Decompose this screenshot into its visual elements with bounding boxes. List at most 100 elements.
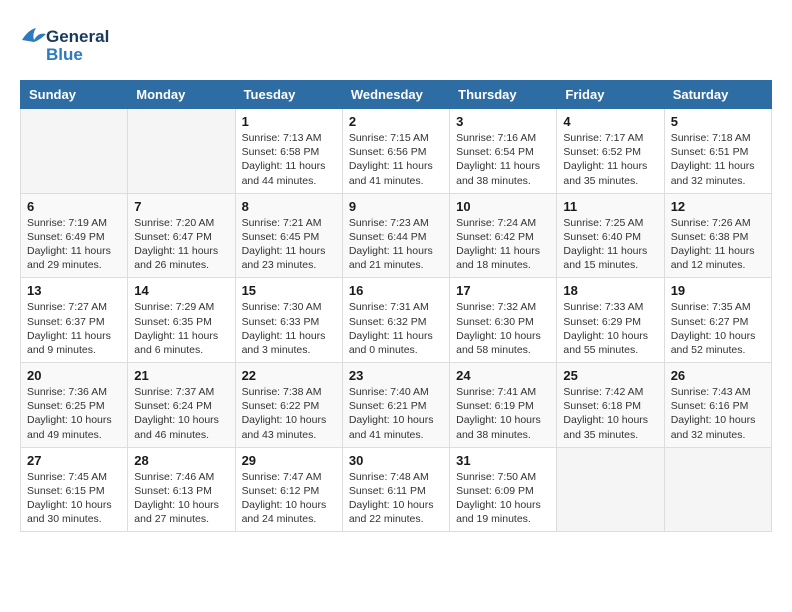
day-info: Sunrise: 7:38 AMSunset: 6:22 PMDaylight:… — [242, 385, 336, 442]
day-info: Sunrise: 7:46 AMSunset: 6:13 PMDaylight:… — [134, 470, 228, 527]
day-info: Sunrise: 7:32 AMSunset: 6:30 PMDaylight:… — [456, 300, 550, 357]
day-number: 16 — [349, 283, 443, 298]
day-number: 29 — [242, 453, 336, 468]
day-number: 22 — [242, 368, 336, 383]
day-info: Sunrise: 7:17 AMSunset: 6:52 PMDaylight:… — [563, 131, 657, 188]
day-info: Sunrise: 7:43 AMSunset: 6:16 PMDaylight:… — [671, 385, 765, 442]
day-number: 21 — [134, 368, 228, 383]
calendar-cell: 29 Sunrise: 7:47 AMSunset: 6:12 PMDayligh… — [235, 447, 342, 532]
calendar-cell — [557, 447, 664, 532]
calendar-cell: 19 Sunrise: 7:35 AMSunset: 6:27 PMDayligh… — [664, 278, 771, 363]
calendar-cell: 2 Sunrise: 7:15 AMSunset: 6:56 PMDaylight… — [342, 109, 449, 194]
day-info: Sunrise: 7:37 AMSunset: 6:24 PMDaylight:… — [134, 385, 228, 442]
svg-text:Blue: Blue — [46, 45, 83, 64]
day-number: 25 — [563, 368, 657, 383]
logo: GeneralBlue — [20, 20, 110, 70]
calendar-cell: 7Sunrise: 7:20 AMSunset: 6:47 PMDaylight… — [128, 193, 235, 278]
day-info: Sunrise: 7:24 AMSunset: 6:42 PMDaylight:… — [456, 216, 550, 273]
day-number: 1 — [242, 114, 336, 129]
day-number: 18 — [563, 283, 657, 298]
day-info: Sunrise: 7:21 AMSunset: 6:45 PMDaylight:… — [242, 216, 336, 273]
day-number: 4 — [563, 114, 657, 129]
week-row-4: 20 Sunrise: 7:36 AMSunset: 6:25 PMDayligh… — [21, 363, 772, 448]
calendar-cell: 27Sunrise: 7:45 AMSunset: 6:15 PMDayligh… — [21, 447, 128, 532]
day-number: 31 — [456, 453, 550, 468]
calendar-cell: 11 Sunrise: 7:25 AMSunset: 6:40 PMDayligh… — [557, 193, 664, 278]
day-info: Sunrise: 7:40 AMSunset: 6:21 PMDaylight:… — [349, 385, 443, 442]
day-info: Sunrise: 7:29 AMSunset: 6:35 PMDaylight:… — [134, 300, 228, 357]
calendar-cell — [128, 109, 235, 194]
header-cell-monday: Monday — [128, 81, 235, 109]
day-number: 17 — [456, 283, 550, 298]
header-cell-sunday: Sunday — [21, 81, 128, 109]
day-info: Sunrise: 7:36 AMSunset: 6:25 PMDaylight:… — [27, 385, 121, 442]
calendar-cell: 9Sunrise: 7:23 AMSunset: 6:44 PMDaylight… — [342, 193, 449, 278]
calendar-cell: 10Sunrise: 7:24 AMSunset: 6:42 PMDayligh… — [450, 193, 557, 278]
day-info: Sunrise: 7:25 AMSunset: 6:40 PMDaylight:… — [563, 216, 657, 273]
day-number: 5 — [671, 114, 765, 129]
header-cell-thursday: Thursday — [450, 81, 557, 109]
calendar-cell: 14 Sunrise: 7:29 AMSunset: 6:35 PMDayligh… — [128, 278, 235, 363]
day-number: 3 — [456, 114, 550, 129]
calendar-cell — [664, 447, 771, 532]
calendar-cell: 21 Sunrise: 7:37 AMSunset: 6:24 PMDayligh… — [128, 363, 235, 448]
header: GeneralBlue — [20, 20, 772, 70]
day-number: 12 — [671, 199, 765, 214]
calendar-cell: 17 Sunrise: 7:32 AMSunset: 6:30 PMDayligh… — [450, 278, 557, 363]
calendar-table: SundayMondayTuesdayWednesdayThursdayFrid… — [20, 80, 772, 532]
week-row-2: 6 Sunrise: 7:19 AMSunset: 6:49 PMDaylight… — [21, 193, 772, 278]
calendar-cell: 23 Sunrise: 7:40 AMSunset: 6:21 PMDayligh… — [342, 363, 449, 448]
day-info: Sunrise: 7:41 AMSunset: 6:19 PMDaylight:… — [456, 385, 550, 442]
calendar-cell: 24 Sunrise: 7:41 AMSunset: 6:19 PMDayligh… — [450, 363, 557, 448]
calendar-cell: 16 Sunrise: 7:31 AMSunset: 6:32 PMDayligh… — [342, 278, 449, 363]
header-cell-friday: Friday — [557, 81, 664, 109]
calendar-cell: 13Sunrise: 7:27 AMSunset: 6:37 PMDayligh… — [21, 278, 128, 363]
day-info: Sunrise: 7:31 AMSunset: 6:32 PMDaylight:… — [349, 300, 443, 357]
calendar-cell: 28Sunrise: 7:46 AMSunset: 6:13 PMDayligh… — [128, 447, 235, 532]
day-info: Sunrise: 7:50 AMSunset: 6:09 PMDaylight:… — [456, 470, 550, 527]
day-info: Sunrise: 7:42 AMSunset: 6:18 PMDaylight:… — [563, 385, 657, 442]
calendar-cell: 22 Sunrise: 7:38 AMSunset: 6:22 PMDayligh… — [235, 363, 342, 448]
calendar-cell: 15Sunrise: 7:30 AMSunset: 6:33 PMDayligh… — [235, 278, 342, 363]
header-cell-wednesday: Wednesday — [342, 81, 449, 109]
day-info: Sunrise: 7:19 AMSunset: 6:49 PMDaylight:… — [27, 216, 121, 273]
day-info: Sunrise: 7:16 AMSunset: 6:54 PMDaylight:… — [456, 131, 550, 188]
calendar-cell: 20 Sunrise: 7:36 AMSunset: 6:25 PMDayligh… — [21, 363, 128, 448]
day-info: Sunrise: 7:48 AMSunset: 6:11 PMDaylight:… — [349, 470, 443, 527]
svg-text:General: General — [46, 27, 109, 46]
day-number: 30 — [349, 453, 443, 468]
day-number: 11 — [563, 199, 657, 214]
day-info: Sunrise: 7:26 AMSunset: 6:38 PMDaylight:… — [671, 216, 765, 273]
calendar-cell: 31 Sunrise: 7:50 AMSunset: 6:09 PMDayligh… — [450, 447, 557, 532]
day-info: Sunrise: 7:15 AMSunset: 6:56 PMDaylight:… — [349, 131, 443, 188]
header-cell-saturday: Saturday — [664, 81, 771, 109]
calendar-cell: 8 Sunrise: 7:21 AMSunset: 6:45 PMDaylight… — [235, 193, 342, 278]
day-number: 2 — [349, 114, 443, 129]
calendar-cell: 3 Sunrise: 7:16 AMSunset: 6:54 PMDaylight… — [450, 109, 557, 194]
calendar-cell: 5 Sunrise: 7:18 AMSunset: 6:51 PMDaylight… — [664, 109, 771, 194]
day-info: Sunrise: 7:23 AMSunset: 6:44 PMDaylight:… — [349, 216, 443, 273]
week-row-3: 13Sunrise: 7:27 AMSunset: 6:37 PMDayligh… — [21, 278, 772, 363]
day-number: 23 — [349, 368, 443, 383]
calendar-cell: 30 Sunrise: 7:48 AMSunset: 6:11 PMDayligh… — [342, 447, 449, 532]
calendar-header-row: SundayMondayTuesdayWednesdayThursdayFrid… — [21, 81, 772, 109]
calendar-cell: 26Sunrise: 7:43 AMSunset: 6:16 PMDayligh… — [664, 363, 771, 448]
day-info: Sunrise: 7:35 AMSunset: 6:27 PMDaylight:… — [671, 300, 765, 357]
day-info: Sunrise: 7:13 AMSunset: 6:58 PMDaylight:… — [242, 131, 336, 188]
calendar-cell: 18Sunrise: 7:33 AMSunset: 6:29 PMDayligh… — [557, 278, 664, 363]
logo-svg: GeneralBlue — [20, 20, 110, 70]
day-info: Sunrise: 7:45 AMSunset: 6:15 PMDaylight:… — [27, 470, 121, 527]
calendar-cell: 1 Sunrise: 7:13 AMSunset: 6:58 PMDaylight… — [235, 109, 342, 194]
day-number: 7 — [134, 199, 228, 214]
day-number: 19 — [671, 283, 765, 298]
week-row-5: 27Sunrise: 7:45 AMSunset: 6:15 PMDayligh… — [21, 447, 772, 532]
day-number: 8 — [242, 199, 336, 214]
calendar-cell — [21, 109, 128, 194]
day-info: Sunrise: 7:30 AMSunset: 6:33 PMDaylight:… — [242, 300, 336, 357]
day-info: Sunrise: 7:47 AMSunset: 6:12 PMDaylight:… — [242, 470, 336, 527]
day-number: 6 — [27, 199, 121, 214]
day-info: Sunrise: 7:18 AMSunset: 6:51 PMDaylight:… — [671, 131, 765, 188]
day-number: 24 — [456, 368, 550, 383]
day-number: 20 — [27, 368, 121, 383]
day-number: 14 — [134, 283, 228, 298]
